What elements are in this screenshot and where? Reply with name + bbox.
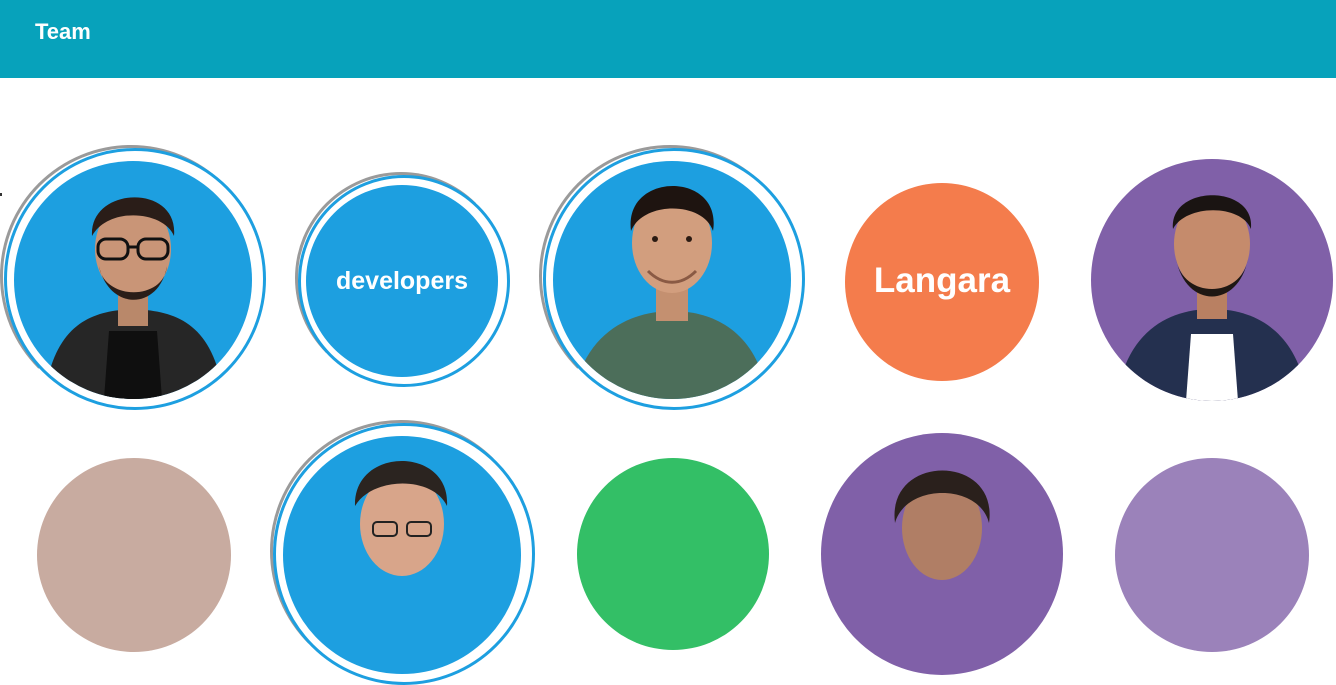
team-member-avatar-3[interactable]: [1091, 159, 1333, 401]
team-member-avatar-4[interactable]: [283, 436, 521, 674]
person-photo-icon: [354, 461, 448, 576]
langara-label: Langara: [873, 261, 1011, 300]
team-member-avatar-5[interactable]: [821, 433, 1063, 675]
developers-label: developers: [335, 267, 468, 295]
person-photo-icon: [1116, 195, 1308, 401]
edge-marker: [0, 193, 2, 196]
team-tile-plain[interactable]: [1115, 458, 1309, 652]
developers-badge[interactable]: developers: [306, 185, 498, 377]
team-member-avatar-2[interactable]: [553, 161, 791, 399]
person-photo-icon: [44, 197, 224, 399]
page-title: Team: [35, 19, 91, 44]
team-tile-plain[interactable]: [37, 458, 231, 652]
person-photo-icon: [573, 186, 768, 399]
team-member-avatar-1[interactable]: [14, 161, 252, 399]
langara-badge[interactable]: Langara: [845, 183, 1039, 381]
app-header: Team: [0, 0, 1336, 78]
team-tile-plain[interactable]: [577, 458, 769, 650]
person-photo-icon: [894, 470, 990, 580]
